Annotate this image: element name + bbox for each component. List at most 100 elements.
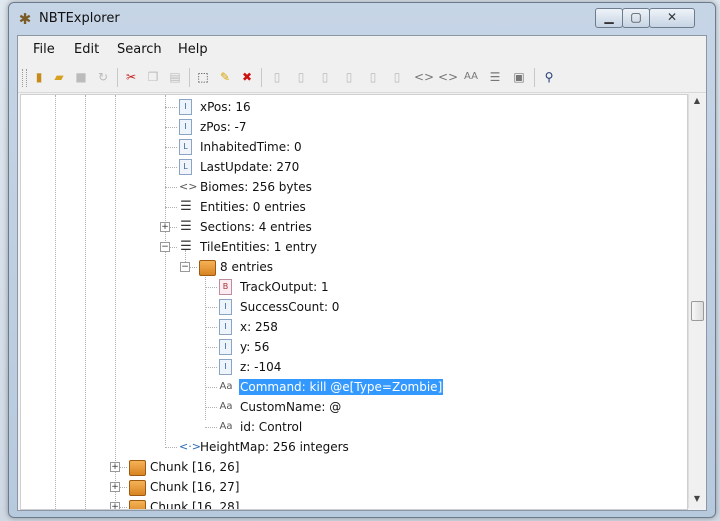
tree-node-label: y: 56 bbox=[240, 340, 270, 354]
tree-node[interactable]: L LastUpdate: 270 bbox=[179, 157, 619, 177]
tree-node-label: Command: kill @e[Type=Zombie] bbox=[239, 379, 444, 395]
find-icon[interactable]: ⚲ bbox=[540, 68, 558, 86]
open-file-icon[interactable]: ▮ bbox=[30, 68, 48, 86]
tree-node[interactable]: <·> HeightMap: 256 integers bbox=[179, 437, 619, 457]
collapse-icon[interactable]: − bbox=[180, 262, 190, 272]
paste-icon[interactable]: ▤ bbox=[166, 68, 184, 86]
tree-node-label: TrackOutput: 1 bbox=[240, 280, 329, 294]
add-float-icon[interactable]: ▯ bbox=[364, 68, 382, 86]
toolbar-grip[interactable] bbox=[22, 69, 27, 87]
add-int-array-icon[interactable]: <> bbox=[438, 68, 458, 86]
tree-connector bbox=[205, 427, 217, 428]
save-icon[interactable]: ■ bbox=[72, 68, 90, 86]
add-list-icon[interactable]: ☰ bbox=[486, 68, 504, 86]
tree-node[interactable]: L InhabitedTime: 0 bbox=[179, 137, 619, 157]
tree-node-label: x: 258 bbox=[240, 320, 278, 334]
minimize-button[interactable]: ▁ bbox=[595, 8, 623, 28]
copy-icon[interactable]: ❐ bbox=[144, 68, 162, 86]
tree-guide bbox=[85, 95, 86, 509]
int-tag-icon: I bbox=[219, 299, 232, 315]
toolbar-separator bbox=[261, 68, 262, 87]
rename-icon[interactable]: ⬚ bbox=[194, 68, 212, 86]
tree-connector bbox=[205, 367, 217, 368]
tree-node-label: SuccessCount: 0 bbox=[240, 300, 340, 314]
tree-node[interactable]: Iz: -104 bbox=[219, 357, 659, 377]
tree-node[interactable]: Aa CustomName: @ bbox=[219, 397, 659, 417]
scroll-down-arrow[interactable]: ▼ bbox=[692, 494, 702, 503]
compound-tag-icon bbox=[199, 260, 216, 276]
delete-icon[interactable]: ✖ bbox=[238, 68, 256, 86]
tree-connector bbox=[165, 107, 177, 108]
tree-node[interactable]: IzPos: -7 bbox=[179, 117, 619, 137]
compound-tag-icon bbox=[129, 500, 146, 509]
menu-edit[interactable]: Edit bbox=[74, 42, 99, 57]
list-tag-icon: ☰ bbox=[180, 199, 192, 214]
tree-node-label: Sections: 4 entries bbox=[200, 220, 312, 234]
tree-node[interactable]: Ix: 258 bbox=[219, 317, 659, 337]
add-long-icon[interactable]: ▯ bbox=[340, 68, 358, 86]
maximize-button[interactable]: ▢ bbox=[622, 8, 650, 28]
close-button[interactable]: ✕ bbox=[649, 8, 695, 28]
tree-node[interactable]: Chunk [16, 28] bbox=[129, 497, 569, 510]
tree-node-label: HeightMap: 256 integers bbox=[200, 440, 349, 454]
scroll-up-arrow[interactable]: ▲ bbox=[692, 96, 702, 105]
tree-node[interactable]: Iy: 56 bbox=[219, 337, 659, 357]
tree-node-label: LastUpdate: 270 bbox=[200, 160, 300, 174]
add-string-icon[interactable]: AA bbox=[462, 68, 480, 86]
tree-node-label: Chunk [16, 28] bbox=[150, 500, 240, 510]
tree-node[interactable]: B TrackOutput: 1 bbox=[219, 277, 659, 297]
tree-node[interactable]: ☰ TileEntities: 1 entry bbox=[179, 237, 619, 257]
tree-node[interactable]: Aa id: Control bbox=[219, 417, 659, 437]
tree-node[interactable]: I SuccessCount: 0 bbox=[219, 297, 659, 317]
open-folder-icon[interactable]: ▰ bbox=[50, 68, 68, 86]
int-tag-icon: I bbox=[219, 339, 232, 355]
tree-node-label: Entities: 0 entries bbox=[200, 200, 306, 214]
scroll-thumb[interactable] bbox=[691, 301, 704, 321]
tree-node-label: Biomes: 256 bytes bbox=[200, 180, 312, 194]
tree-node[interactable]: IxPos: 16 bbox=[179, 97, 619, 117]
int-array-tag-icon: <·> bbox=[179, 440, 201, 453]
toolbar-separator bbox=[534, 68, 535, 87]
tree-node-label: 8 entries bbox=[220, 260, 274, 274]
tree-node[interactable]: Chunk [16, 26] bbox=[129, 457, 569, 477]
tree-connector bbox=[205, 407, 217, 408]
list-tag-icon: ☰ bbox=[180, 219, 192, 234]
tree-node[interactable]: <> Biomes: 256 bytes bbox=[179, 177, 619, 197]
expand-icon[interactable]: + bbox=[110, 462, 120, 472]
tree-connector bbox=[165, 187, 177, 188]
add-byte-array-icon[interactable]: <> bbox=[414, 68, 434, 86]
menu-search[interactable]: Search bbox=[117, 42, 162, 57]
expand-icon[interactable]: + bbox=[160, 222, 170, 232]
tree-node-label: Chunk [16, 26] bbox=[150, 460, 240, 474]
tree-node-label: Chunk [16, 27] bbox=[150, 480, 240, 494]
edit-value-icon[interactable]: ✎ bbox=[216, 68, 234, 86]
tree-node[interactable]: Chunk [16, 27] bbox=[129, 477, 569, 497]
client-area: File Edit Search Help ▮ ▰ ■ ↻ ✂ ❐ ▤ ⬚ ✎ … bbox=[17, 35, 707, 511]
menu-file[interactable]: File bbox=[33, 42, 55, 57]
add-compound-icon[interactable]: ▣ bbox=[510, 68, 528, 86]
cut-icon[interactable]: ✂ bbox=[122, 68, 140, 86]
tree-node[interactable]: Aa Command: kill @e[Type=Zombie] bbox=[219, 377, 659, 397]
int-tag-icon: I bbox=[219, 359, 232, 375]
menu-help[interactable]: Help bbox=[178, 42, 208, 57]
add-int-icon[interactable]: ▯ bbox=[316, 68, 334, 86]
nbt-tree-view[interactable]: IxPos: 16 IzPos: -7 L InhabitedTime: 0 L Last… bbox=[20, 94, 688, 510]
expand-icon[interactable]: + bbox=[110, 482, 120, 492]
long-tag-icon: L bbox=[179, 159, 192, 175]
add-double-icon[interactable]: ▯ bbox=[388, 68, 406, 86]
title-bar[interactable]: ✱ NBTExplorer ▁ ▢ ✕ bbox=[9, 3, 715, 35]
tree-node[interactable]: ☰ Entities: 0 entries bbox=[179, 197, 619, 217]
string-tag-icon: Aa bbox=[219, 381, 233, 392]
expand-icon[interactable]: + bbox=[110, 502, 120, 509]
vertical-scrollbar[interactable]: ▲ ▼ bbox=[688, 94, 705, 508]
add-byte-icon[interactable]: ▯ bbox=[268, 68, 286, 86]
list-tag-icon: ☰ bbox=[180, 239, 192, 254]
tree-node[interactable]: 8 entries bbox=[199, 257, 639, 277]
string-tag-icon: Aa bbox=[219, 421, 233, 432]
add-short-icon[interactable]: ▯ bbox=[292, 68, 310, 86]
refresh-icon[interactable]: ↻ bbox=[94, 68, 112, 86]
byte-tag-icon: B bbox=[219, 279, 232, 295]
tree-connector bbox=[165, 447, 177, 448]
tree-node[interactable]: ☰ Sections: 4 entries bbox=[179, 217, 619, 237]
collapse-icon[interactable]: − bbox=[160, 242, 170, 252]
